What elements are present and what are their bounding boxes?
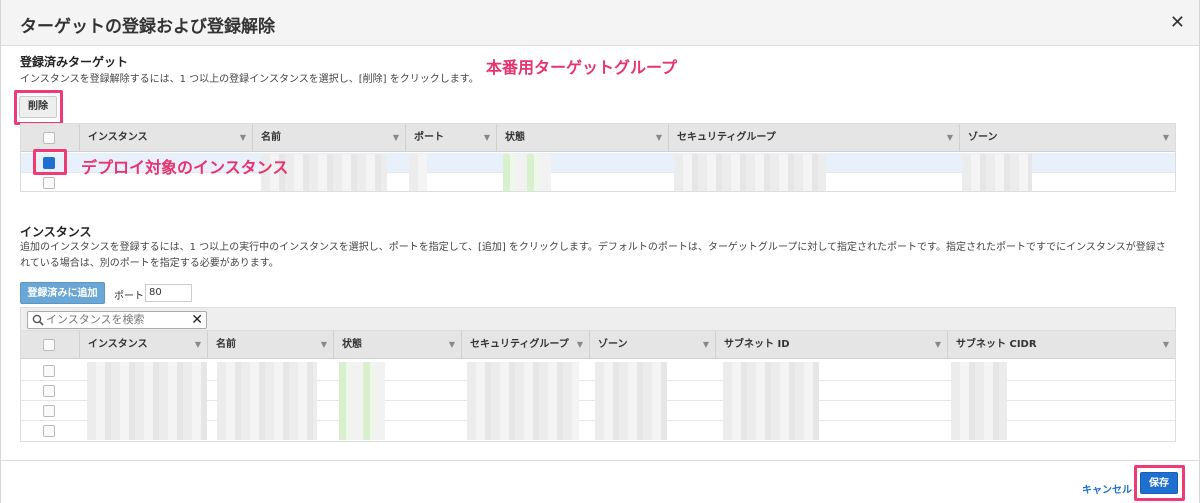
column-header-instance[interactable]: インスタンス ▼ [79,124,252,152]
instances-title: インスタンス [20,225,92,239]
redacted-security-group [467,362,579,440]
register-targets-dialog: ターゲットの登録および登録解除 ✕ 登録済みターゲット インスタンスを登録解除す… [0,0,1200,503]
sort-caret-icon: ▼ [576,340,583,349]
column-header-zone[interactable]: ゾーン ▼ [589,331,715,359]
column-header-name[interactable]: 名前 ▼ [207,331,333,359]
sort-caret-icon: ▼ [392,133,399,142]
add-to-registered-button[interactable]: 登録済みに追加 [20,282,105,304]
sort-caret-icon: ▼ [1162,340,1169,349]
column-header-security-group[interactable]: セキュリティグループ ▼ [461,331,589,359]
registered-targets-description: インスタンスを登録解除するには、1 つ以上の登録インスタンスを選択し、[削除] … [20,74,479,85]
redacted-instance [87,362,207,440]
highlight-save-button [1134,465,1185,501]
redacted-name [217,362,317,440]
column-header-security-group[interactable]: セキュリティグループ ▼ [668,124,959,152]
highlight-selected-checkbox [33,149,67,175]
annotation-deploy-instance: デプロイ対象のインスタンス [81,158,289,177]
select-all-cell [21,124,79,152]
row-checkbox[interactable] [43,177,55,189]
sort-caret-icon: ▼ [483,133,490,142]
redacted-zone [595,362,667,440]
dialog-title: ターゲットの登録および登録解除 [20,17,275,37]
redacted-status [339,362,385,440]
column-header-zone[interactable]: ゾーン ▼ [959,124,1175,152]
search-icon [32,314,44,326]
sort-caret-icon: ▼ [655,133,662,142]
clear-search-icon[interactable]: ✕ [191,311,203,329]
sort-caret-icon: ▼ [194,340,201,349]
redacted-status [503,154,551,191]
sort-caret-icon: ▼ [448,340,455,349]
column-header-status[interactable]: 状態 ▼ [333,331,461,359]
search-input[interactable]: インスタンスを検索 ✕ [27,311,207,329]
highlight-remove-button [14,90,63,125]
port-label: ポート [114,291,144,302]
row-checkbox[interactable] [43,365,55,377]
sort-caret-icon: ▼ [320,340,327,349]
select-all-checkbox[interactable] [43,132,55,144]
cancel-link[interactable]: キャンセル [1082,481,1132,496]
registered-targets-title: 登録済みターゲット [20,55,129,69]
redacted-port [409,154,427,191]
column-header-port[interactable]: ポート ▼ [405,124,496,152]
port-input[interactable]: 80 [145,284,192,302]
column-header-subnet-cidr[interactable]: サブネット CIDR ▼ [947,331,1175,359]
column-header-name[interactable]: 名前 ▼ [252,124,405,152]
row-checkbox[interactable] [43,385,55,397]
sort-caret-icon: ▼ [702,340,709,349]
redacted-security-group [674,154,826,191]
instances-table-header: インスタンス ▼ 名前 ▼ 状態 ▼ セキュリティグループ ▼ ゾーン ▼ サブネット I… [21,331,1175,359]
sort-caret-icon: ▼ [934,340,941,349]
sort-caret-icon: ▼ [946,133,953,142]
registered-table-header: インスタンス ▼ 名前 ▼ ポート ▼ 状態 ▼ セキュリティグループ ▼ ゾーン ▼ [21,124,1175,152]
column-header-status[interactable]: 状態 ▼ [496,124,668,152]
column-header-subnet-id[interactable]: サブネット ID ▼ [715,331,947,359]
dialog-header: ターゲットの登録および登録解除 ✕ [1,0,1199,46]
instances-description: 追加のインスタンスを登録するには、1 つ以上の実行中のインスタンスを選択し、ポー… [20,242,1166,269]
dialog-footer [1,460,1199,503]
redacted-subnet-cidr [951,362,1007,440]
sort-caret-icon: ▼ [1162,133,1169,142]
instances-table: インスタンス ▼ 名前 ▼ 状態 ▼ セキュリティグループ ▼ ゾーン ▼ サブネット I… [20,331,1176,442]
annotation-target-group: 本番用ターゲットグループ [486,58,678,77]
search-placeholder: インスタンスを検索 [46,313,145,326]
redacted-subnet-id [723,362,819,440]
close-icon[interactable]: ✕ [1170,14,1185,32]
select-all-checkbox[interactable] [43,339,55,351]
sort-caret-icon: ▼ [239,133,246,142]
row-checkbox[interactable] [43,425,55,437]
column-header-instance[interactable]: インスタンス ▼ [79,331,207,359]
row-checkbox[interactable] [43,405,55,417]
search-bar: インスタンスを検索 ✕ [20,307,1176,331]
select-all-cell [21,331,79,359]
redacted-zone [962,154,1032,191]
